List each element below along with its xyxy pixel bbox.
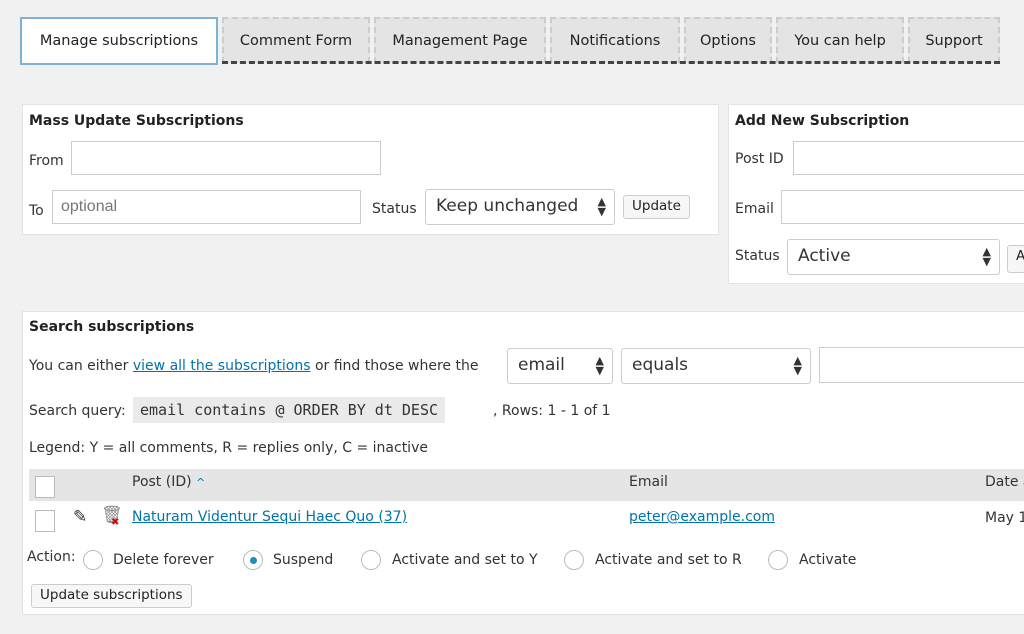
tab-manage-subscriptions[interactable]: Manage subscriptions	[20, 17, 218, 65]
row-date: May 1	[985, 510, 1024, 526]
update-subscriptions-button[interactable]: Update subscriptions	[31, 584, 192, 608]
post-id-label: Post ID	[735, 151, 784, 167]
tab-you-can-help[interactable]: You can help	[776, 17, 904, 63]
post-link[interactable]: Naturam Videntur Sequi Haec Quo (37)	[132, 509, 407, 525]
option-delete-forever[interactable]: Delete forever	[113, 552, 214, 568]
search-title: Search subscriptions	[29, 319, 195, 335]
tab-options[interactable]: Options	[684, 17, 772, 63]
intro-prefix: You can either	[29, 358, 129, 374]
tab-divider	[222, 61, 1000, 64]
option-activate-y[interactable]: Activate and set to Y	[392, 552, 538, 568]
operator-select-value: equals	[632, 355, 689, 375]
status-label: Status	[372, 201, 417, 217]
to-input[interactable]	[52, 190, 361, 224]
tab-support[interactable]: Support	[908, 17, 1000, 63]
table-header: Post (ID) ^ Email Date a	[29, 469, 1024, 501]
column-date[interactable]: Date a	[985, 474, 1024, 490]
sort-ascending-icon: ^	[196, 476, 206, 489]
search-panel: Search subscriptions You can either view…	[22, 311, 1024, 615]
email-link[interactable]: peter@example.com	[629, 509, 775, 525]
operator-select[interactable]: equals ▲ ▼	[621, 348, 811, 384]
legend-text: Legend: Y = all comments, R = replies on…	[29, 440, 428, 456]
search-intro: You can either view all the subscription…	[29, 358, 478, 374]
field-select-value: email	[518, 355, 565, 375]
view-all-link[interactable]: view all the subscriptions	[133, 358, 311, 374]
status-select[interactable]: Keep unchanged ▲ ▼	[425, 189, 615, 225]
update-button[interactable]: Update	[623, 195, 690, 219]
email-label: Email	[735, 201, 774, 217]
add-subscription-title: Add New Subscription	[735, 113, 910, 129]
tab-notifications[interactable]: Notifications	[550, 17, 680, 63]
delete-icon[interactable]: 🗑 ✖	[101, 505, 123, 528]
post-id-input[interactable]	[793, 141, 1024, 175]
column-post-label: Post (ID)	[132, 474, 192, 490]
select-arrows-icon: ▲ ▼	[597, 195, 606, 218]
from-input[interactable]	[71, 141, 381, 175]
column-post[interactable]: Post (ID) ^	[132, 474, 205, 490]
select-arrows-icon: ▲ ▼	[793, 354, 802, 377]
status-select-value: Keep unchanged	[436, 196, 579, 216]
query-label: Search query:	[29, 403, 126, 419]
radio-suspend[interactable]	[243, 550, 263, 570]
add-subscription-panel: Add New Subscription Post ID Email Statu…	[728, 104, 1024, 284]
search-query: email contains @ ORDER BY dt DESC	[133, 397, 446, 423]
add-status-label: Status	[735, 248, 780, 264]
from-label: From	[29, 153, 64, 169]
intro-suffix: or find those where the	[314, 358, 479, 374]
option-suspend[interactable]: Suspend	[273, 552, 333, 568]
radio-activate-r[interactable]	[564, 550, 584, 570]
tab-management-page[interactable]: Management Page	[374, 17, 546, 63]
table-row: ✎ 🗑 ✖ Naturam Videntur Sequi Haec Quo (37…	[29, 502, 1024, 538]
action-label: Action:	[27, 549, 76, 565]
mass-update-panel: Mass Update Subscriptions From To Status…	[22, 104, 719, 235]
email-input[interactable]	[781, 190, 1024, 224]
add-button[interactable]: A	[1007, 245, 1024, 273]
option-activate-r[interactable]: Activate and set to R	[595, 552, 742, 568]
rows-count: , Rows: 1 - 1 of 1	[493, 403, 611, 419]
search-value-input[interactable]	[819, 347, 1024, 383]
radio-activate[interactable]	[768, 550, 788, 570]
column-email[interactable]: Email	[629, 474, 668, 490]
select-arrows-icon: ▲ ▼	[595, 354, 604, 377]
field-select[interactable]: email ▲ ▼	[507, 348, 613, 384]
mass-update-title: Mass Update Subscriptions	[29, 113, 244, 129]
radio-delete-forever[interactable]	[83, 550, 103, 570]
to-label: To	[29, 203, 44, 219]
select-all-checkbox[interactable]	[35, 476, 55, 498]
tab-comment-form[interactable]: Comment Form	[222, 17, 370, 63]
option-activate[interactable]: Activate	[799, 552, 856, 568]
radio-activate-y[interactable]	[361, 550, 381, 570]
row-checkbox[interactable]	[35, 510, 55, 532]
add-status-value: Active	[798, 246, 851, 266]
select-arrows-icon: ▲ ▼	[982, 245, 991, 268]
add-status-select[interactable]: Active ▲ ▼	[787, 239, 1000, 275]
edit-icon[interactable]: ✎	[73, 507, 87, 527]
